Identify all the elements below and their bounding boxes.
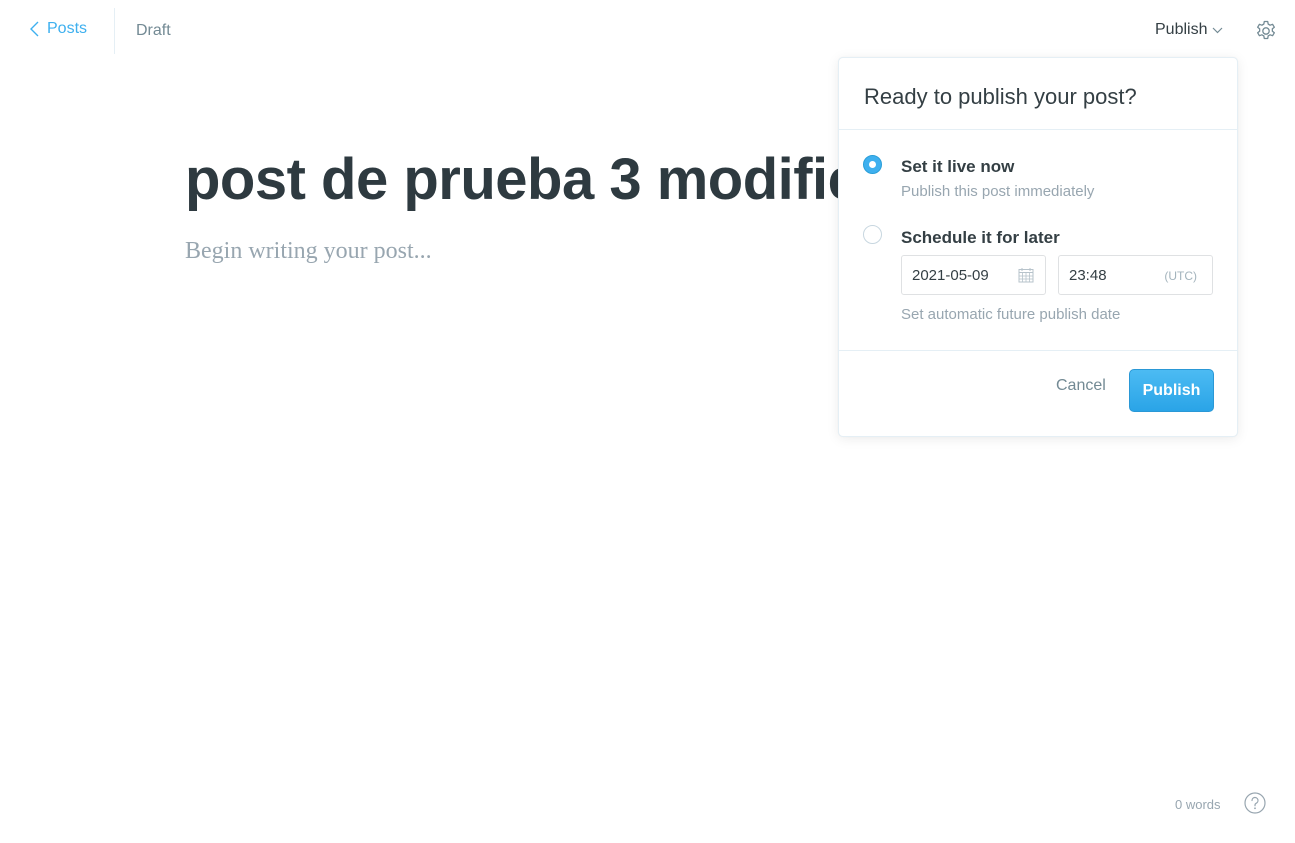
timezone-label: (UTC) — [1164, 269, 1197, 283]
publish-trigger-label: Publish — [1155, 21, 1208, 38]
publish-menu-heading: Ready to publish your post? — [839, 58, 1237, 130]
calendar-icon[interactable] — [1018, 267, 1034, 283]
header-divider — [114, 8, 115, 54]
publish-menu-footer: Cancel Publish — [839, 351, 1237, 437]
schedule-later-label[interactable]: Schedule it for later — [901, 228, 1060, 248]
back-link-label: Posts — [47, 20, 88, 37]
chevron-left-icon — [30, 21, 39, 37]
set-live-now-label[interactable]: Set it live now — [901, 157, 1014, 177]
schedule-later-radio[interactable] — [863, 225, 882, 244]
publish-menu: Ready to publish your post? Set it live … — [838, 57, 1238, 437]
help-circle-icon[interactable] — [1244, 792, 1266, 814]
publish-menu-trigger[interactable]: Publish — [1155, 21, 1223, 39]
schedule-time-input[interactable]: 23:48 (UTC) — [1058, 255, 1213, 295]
schedule-date-value: 2021-05-09 — [912, 267, 989, 284]
schedule-date-input[interactable]: 2021-05-09 — [901, 255, 1046, 295]
post-body-editor[interactable]: Begin writing your post... — [185, 238, 845, 265]
word-count: 0 words — [1175, 797, 1221, 812]
editor-header: Posts Draft Publish — [0, 0, 1295, 62]
cancel-button[interactable]: Cancel — [1056, 377, 1106, 395]
gear-icon[interactable] — [1254, 19, 1278, 43]
back-to-posts-link[interactable]: Posts — [30, 20, 87, 38]
set-live-now-description: Publish this post immediately — [901, 183, 1095, 200]
schedule-time-value: 23:48 — [1069, 267, 1107, 284]
set-live-now-radio[interactable] — [863, 155, 882, 174]
post-editor: post de prueba 3 modificado Begin writin… — [185, 140, 845, 265]
chevron-down-icon — [1213, 27, 1223, 33]
publish-button[interactable]: Publish — [1129, 369, 1214, 412]
radio-selected-dot — [869, 161, 876, 168]
publish-options: Set it live now Publish this post immedi… — [839, 130, 1237, 351]
post-title-input[interactable]: post de prueba 3 modificado — [185, 140, 845, 220]
post-status: Draft — [136, 22, 171, 39]
schedule-later-description: Set automatic future publish date — [901, 306, 1121, 323]
